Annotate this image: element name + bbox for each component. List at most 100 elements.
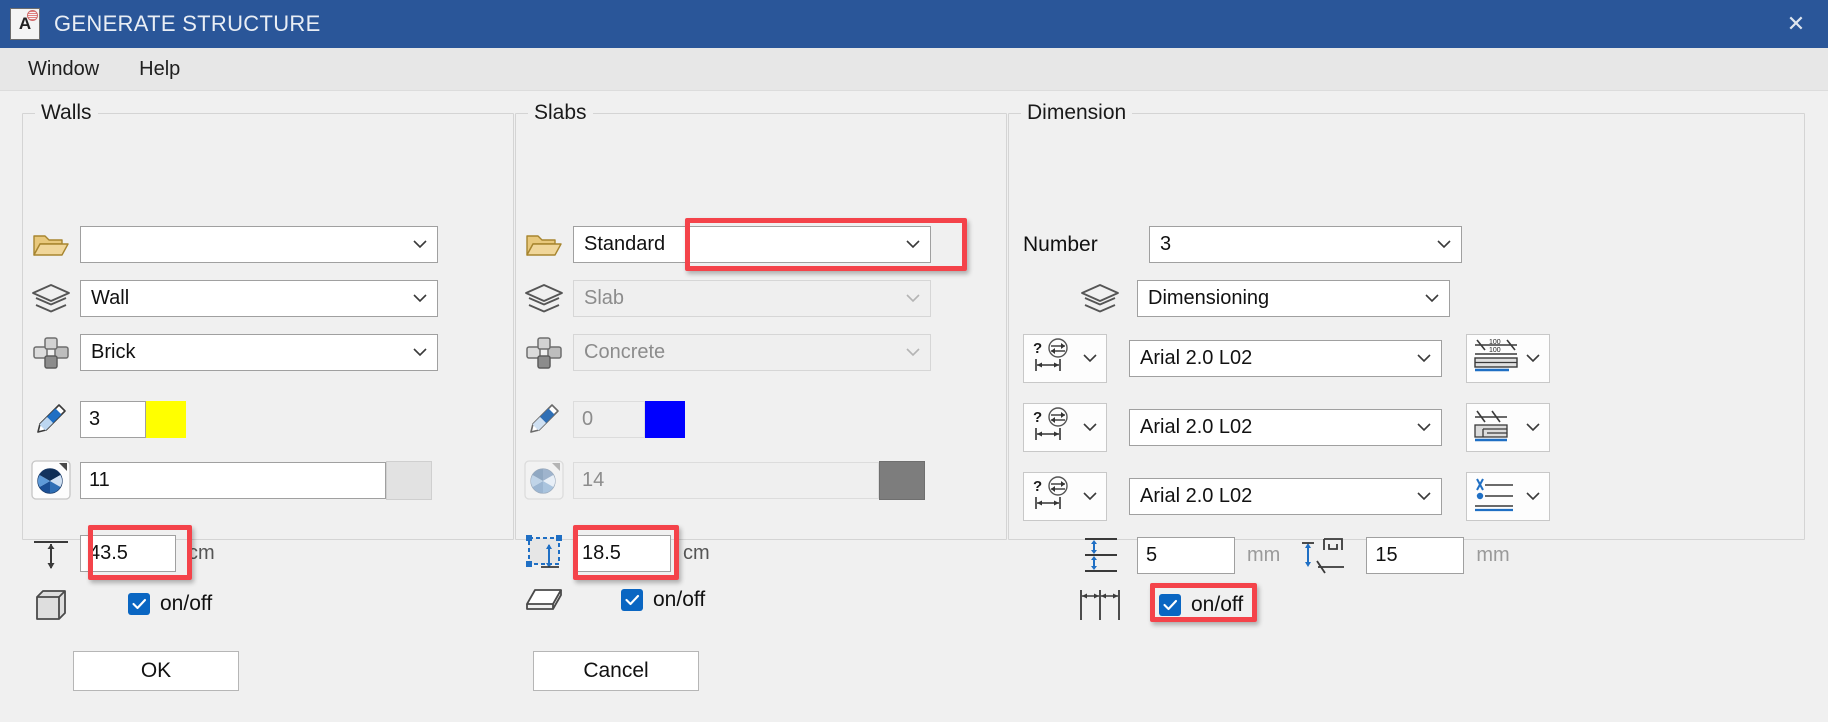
box-3d-icon — [22, 584, 80, 624]
dimension-style-row-1: ? Arial 2.0 L02 100 100 — [1023, 334, 1550, 383]
slabs-toggle-row: on/off — [515, 584, 705, 616]
chevron-down-icon — [1411, 492, 1437, 501]
dimension-number-value: 3 — [1160, 233, 1172, 255]
chevron-down-icon — [1411, 354, 1437, 363]
walls-thickness-unit: cm — [188, 541, 215, 564]
titlebar: A GENERATE STRUCTURE ✕ — [0, 0, 1828, 48]
dimension-layer-select[interactable]: Dimensioning — [1137, 280, 1450, 317]
dim-placement-line-icon — [1473, 474, 1519, 520]
walls-folder-select[interactable] — [80, 226, 438, 263]
dimension-layer-value: Dimensioning — [1148, 287, 1270, 309]
chevron-down-icon — [407, 240, 433, 249]
walls-layer-value: Wall — [91, 287, 130, 309]
dialog-body: Walls Wall Brick 3 11 43.5 cm on/off Sla… — [0, 91, 1828, 722]
slabs-thickness-row: 18.5 cm — [515, 533, 710, 573]
dim-style-question-icon: ? — [1030, 337, 1076, 381]
dimension-font-select-1[interactable]: Arial 2.0 L02 — [1129, 340, 1442, 377]
dimension-spacing-unit: mm — [1247, 543, 1281, 566]
dim-style-dropdown-1[interactable]: ? — [1023, 334, 1107, 383]
dim-style-dropdown-3[interactable]: ? — [1023, 472, 1107, 521]
dim-placement-dropdown-2[interactable] — [1466, 403, 1550, 452]
layers-icon — [1063, 282, 1137, 316]
slabs-material-select: Concrete — [573, 334, 931, 371]
walls-pen-color-swatch[interactable] — [146, 400, 186, 438]
open-folder-icon — [22, 231, 80, 259]
dimension-spacing-value[interactable]: 5 — [1137, 536, 1235, 574]
dimension-font-select-3[interactable]: Arial 2.0 L02 — [1129, 478, 1442, 515]
chevron-down-icon — [1523, 492, 1543, 501]
walls-hatch-row: 11 — [22, 458, 432, 502]
slabs-layer-value: Slab — [584, 287, 625, 309]
walls-onoff-checkbox[interactable]: on/off — [128, 592, 212, 616]
chevron-down-icon — [407, 348, 433, 357]
ok-button[interactable]: OK — [73, 651, 239, 691]
slabs-pen-value: 0 — [573, 400, 645, 438]
svg-text:?: ? — [1033, 409, 1042, 426]
dim-style-question-icon: ? — [1030, 406, 1076, 450]
dim-placement-dropdown-1[interactable]: 100 100 — [1466, 334, 1550, 383]
slabs-thickness-unit: cm — [683, 541, 710, 564]
dim-style-question-icon: ? — [1030, 475, 1076, 519]
walls-layer-select[interactable]: Wall — [80, 280, 438, 317]
pie-hatch-icon — [22, 458, 80, 502]
walls-thickness-value[interactable]: 43.5 — [80, 534, 176, 572]
dimension-font-value-2: Arial 2.0 L02 — [1140, 416, 1253, 438]
walls-toggle-row: on/off — [22, 584, 212, 624]
slabs-onoff-checkbox[interactable]: on/off — [621, 588, 705, 612]
dimension-font-select-2[interactable]: Arial 2.0 L02 — [1129, 409, 1442, 446]
menu-item-window[interactable]: Window — [24, 56, 103, 83]
dim-placement-dropdown-3[interactable] — [1466, 472, 1550, 521]
dim-extent-icon — [1063, 584, 1137, 626]
area-select-icon — [515, 533, 573, 573]
svg-text:100: 100 — [1489, 339, 1501, 346]
slabs-pen-color-swatch[interactable] — [645, 400, 685, 438]
cancel-button[interactable]: Cancel — [533, 651, 699, 691]
chevron-down-icon — [900, 240, 926, 249]
slabs-hatch-color-button[interactable] — [879, 460, 925, 500]
walls-hatch-color-button[interactable] — [386, 460, 432, 500]
pie-hatch-icon — [515, 458, 573, 502]
walls-pen-row: 3 — [22, 400, 186, 438]
chevron-down-icon — [1523, 354, 1543, 363]
pencil-icon — [515, 400, 573, 438]
slabs-folder-value: Standard — [584, 233, 666, 255]
svg-text:100: 100 — [1489, 347, 1501, 354]
slabs-pen-row: 0 — [515, 400, 685, 438]
walls-material-row: Brick — [22, 334, 438, 371]
walls-group-label: Walls — [35, 101, 98, 125]
dimension-number-select[interactable]: 3 — [1149, 226, 1462, 263]
window-title: GENERATE STRUCTURE — [54, 11, 321, 36]
component-cross-icon — [515, 336, 573, 370]
slabs-material-value: Concrete — [584, 341, 666, 363]
chevron-down-icon — [1411, 423, 1437, 432]
close-icon[interactable]: ✕ — [1764, 0, 1828, 48]
chevron-down-icon — [1080, 492, 1100, 501]
walls-hatch-value[interactable]: 11 — [80, 461, 386, 499]
slabs-folder-row: Standard — [515, 226, 931, 263]
dimension-onoff-checkbox[interactable]: on/off — [1159, 593, 1243, 617]
svg-text:?: ? — [1033, 478, 1042, 495]
slabs-thickness-value[interactable]: 18.5 — [573, 534, 671, 572]
walls-pen-value[interactable]: 3 — [80, 400, 146, 438]
slabs-group-label: Slabs — [528, 101, 593, 125]
component-cross-icon — [22, 336, 80, 370]
dimension-font-value-3: Arial 2.0 L02 — [1140, 485, 1253, 507]
walls-onoff-label: on/off — [160, 592, 213, 615]
chevron-down-icon — [1080, 354, 1100, 363]
document-a-icon: A — [10, 8, 40, 40]
slabs-folder-select[interactable]: Standard — [573, 226, 931, 263]
menubar: Window Help — [0, 48, 1828, 91]
dimension-style-row-3: ? Arial 2.0 L02 — [1023, 472, 1550, 521]
dimension-style-row-2: ? Arial 2.0 L02 — [1023, 403, 1550, 452]
chevron-down-icon — [1523, 423, 1543, 432]
dimension-toggle-row: on/off — [1063, 584, 1243, 626]
dimension-offset-unit: mm — [1476, 543, 1510, 566]
checkbox-checked-icon — [621, 589, 643, 611]
dimension-number-label: Number — [1023, 232, 1098, 256]
open-folder-icon — [515, 231, 573, 259]
walls-material-select[interactable]: Brick — [80, 334, 438, 371]
dimension-offset-value[interactable]: 15 — [1366, 536, 1465, 574]
menu-item-help[interactable]: Help — [135, 56, 184, 83]
chevron-down-icon — [900, 294, 926, 303]
dim-style-dropdown-2[interactable]: ? — [1023, 403, 1107, 452]
